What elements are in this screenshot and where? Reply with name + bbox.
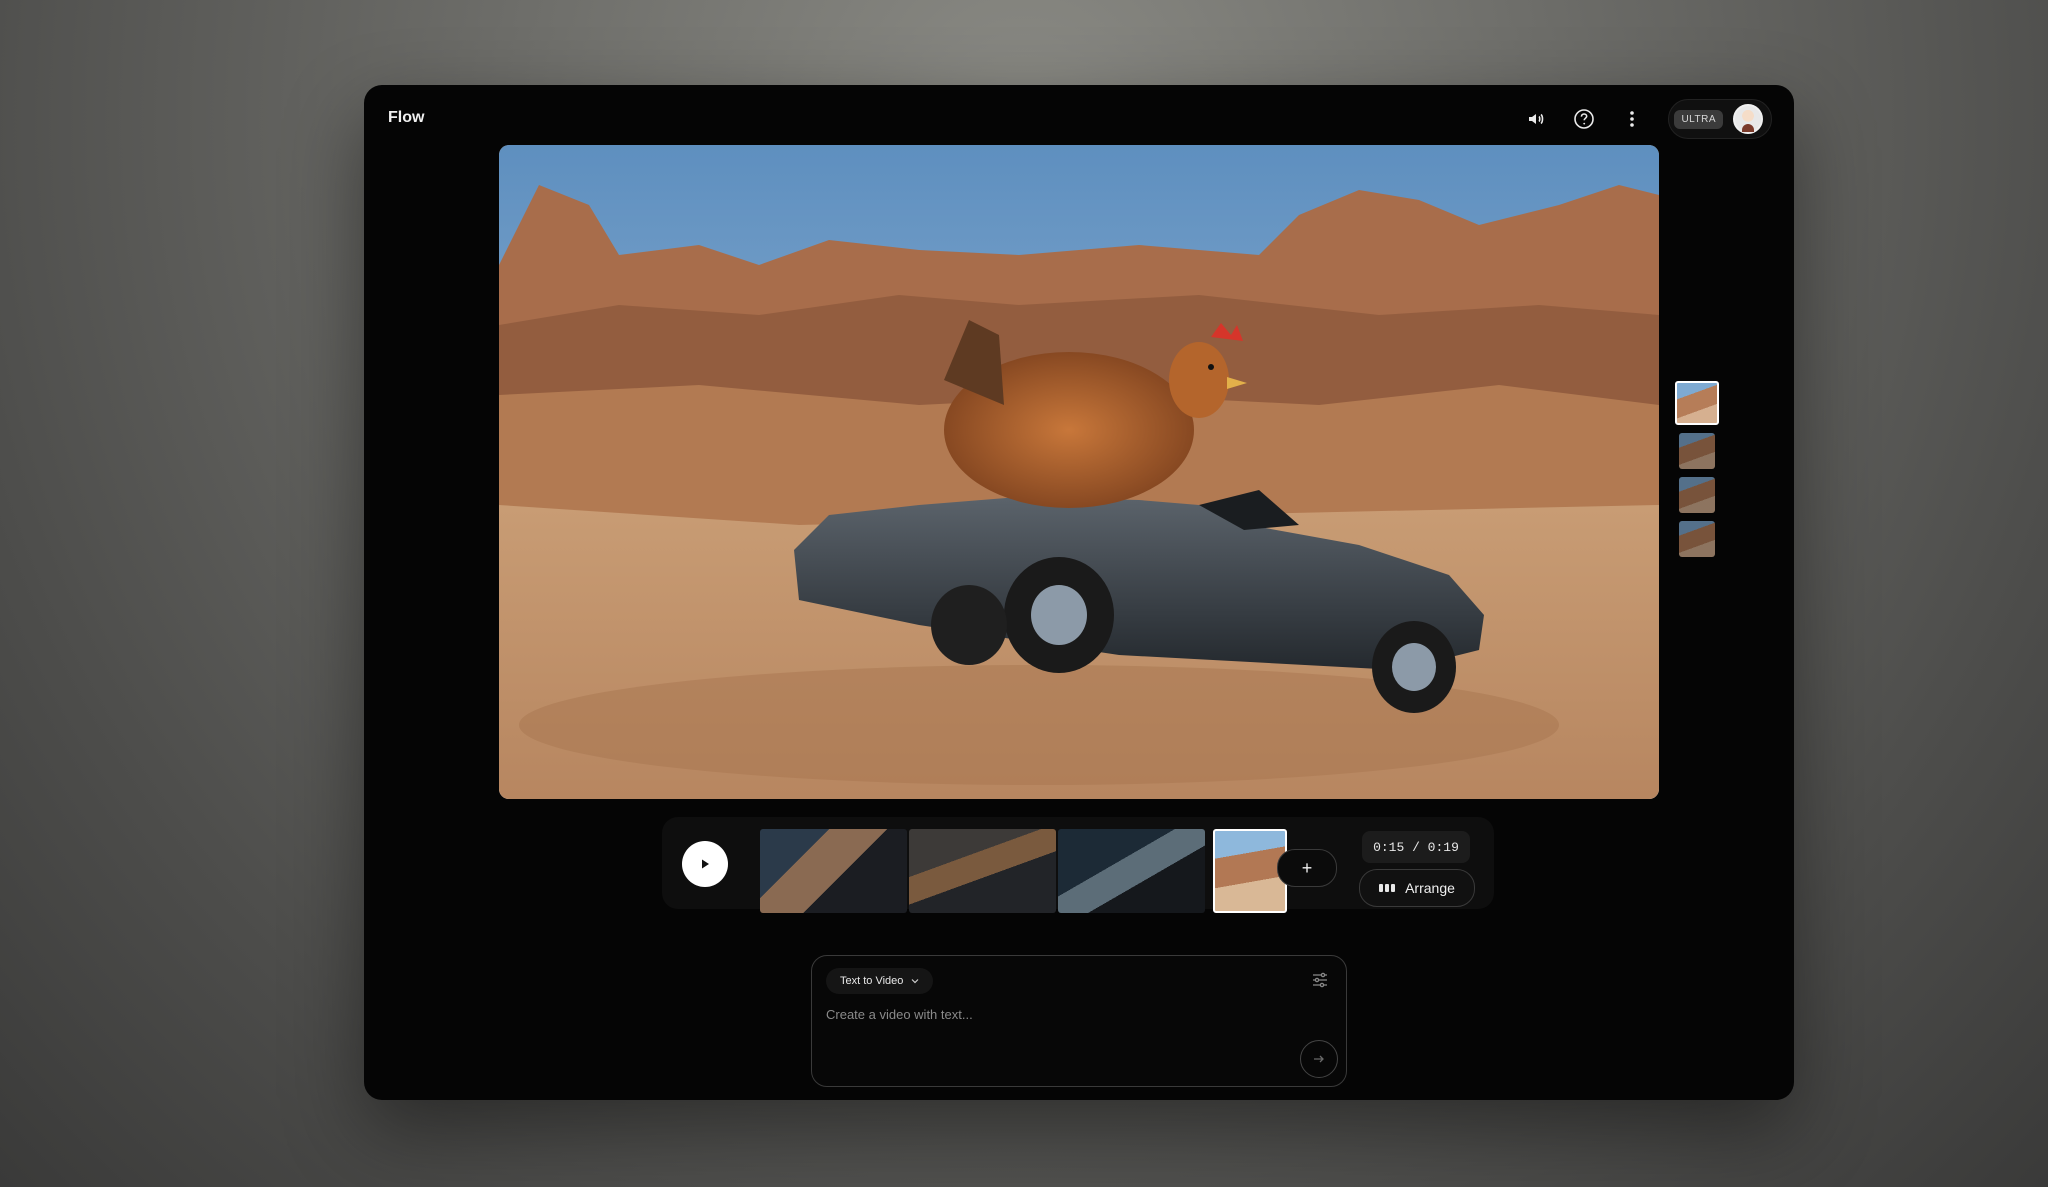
clip-strip bbox=[760, 829, 1287, 913]
side-thumbnail-1[interactable] bbox=[1675, 381, 1719, 425]
timeline-clip[interactable] bbox=[909, 829, 1056, 913]
time-display: 0:15 / 0:19 bbox=[1362, 831, 1470, 863]
play-button[interactable] bbox=[682, 841, 728, 887]
send-button[interactable] bbox=[1300, 1040, 1338, 1078]
app-window: Flow ULTRA + 0:15 / 0:19 Arrange Text to… bbox=[364, 85, 1794, 1100]
prompt-input[interactable] bbox=[824, 1006, 1248, 1023]
plan-badge: ULTRA bbox=[1674, 109, 1723, 129]
side-thumbnail-2[interactable] bbox=[1679, 433, 1715, 469]
arrange-icon bbox=[1379, 884, 1396, 892]
account-menu[interactable]: ULTRA bbox=[1668, 99, 1772, 139]
play-icon bbox=[702, 859, 709, 869]
side-thumbnail-4[interactable] bbox=[1679, 521, 1715, 557]
side-thumbnail-strip bbox=[1672, 381, 1722, 557]
timeline-clip[interactable] bbox=[1058, 829, 1205, 913]
more-vert-icon[interactable] bbox=[1620, 107, 1644, 131]
video-preview[interactable] bbox=[499, 145, 1659, 799]
arrange-label: Arrange bbox=[1405, 880, 1455, 896]
avatar[interactable] bbox=[1733, 104, 1763, 134]
prompt-composer: Text to Video bbox=[811, 955, 1347, 1087]
mode-label: Text to Video bbox=[840, 975, 904, 987]
arrow-right-icon bbox=[1314, 1055, 1324, 1063]
arrange-button[interactable]: Arrange bbox=[1359, 869, 1475, 907]
settings-sliders-icon[interactable] bbox=[1310, 970, 1330, 990]
side-thumbnail-3[interactable] bbox=[1679, 477, 1715, 513]
app-title: Flow bbox=[388, 109, 425, 126]
mode-dropdown[interactable]: Text to Video bbox=[826, 968, 934, 994]
volume-icon[interactable] bbox=[1524, 107, 1548, 131]
header-toolbar bbox=[1524, 107, 1644, 131]
timeline-clip[interactable] bbox=[760, 829, 907, 913]
timeline-clip-selected[interactable] bbox=[1213, 829, 1287, 913]
timeline-bar: + 0:15 / 0:19 Arrange bbox=[662, 817, 1494, 913]
video-frame-image bbox=[499, 145, 1659, 799]
chevron-down-icon bbox=[911, 979, 919, 984]
help-icon[interactable] bbox=[1572, 107, 1596, 131]
add-clip-button[interactable]: + bbox=[1277, 849, 1337, 887]
